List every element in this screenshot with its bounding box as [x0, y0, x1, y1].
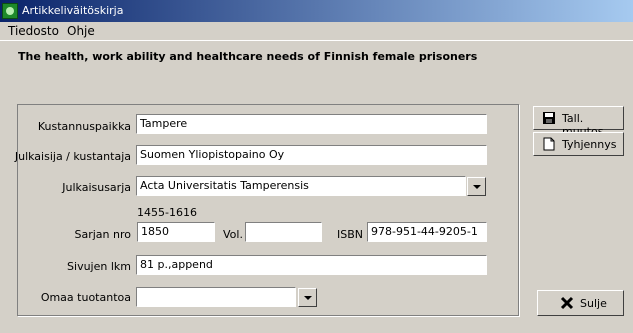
series-no-field[interactable]: 1850 [137, 222, 215, 242]
blank-document-icon [543, 137, 555, 151]
floppy-disk-icon [543, 112, 555, 124]
pages-label: Sivujen lkm [67, 260, 131, 273]
form-panel [17, 104, 519, 316]
series-label: Julkaisusarja [62, 181, 131, 194]
series-no-label: Sarjan nro [74, 228, 132, 241]
title-bar: Artikkeliväitöskirja [0, 0, 633, 22]
own-production-dropdown-arrow-icon[interactable] [298, 288, 317, 307]
isbn-label: ISBN [337, 228, 364, 241]
series-dropdown[interactable]: Acta Universitatis Tamperensis [136, 176, 466, 196]
isbn-field[interactable]: 978-951-44-9205-1 [367, 222, 487, 242]
close-label: Sulje [580, 297, 607, 310]
page-title: The health, work ability and healthcare … [18, 50, 478, 63]
issn-text: 1455-1616 [137, 206, 197, 219]
menu-bar: Tiedosto Ohje [0, 22, 633, 41]
save-changes-button[interactable]: Tall. muutos [533, 106, 624, 138]
close-x-icon [560, 296, 574, 310]
vol-label: Vol. [223, 228, 243, 241]
menu-help[interactable]: Ohje [67, 24, 95, 38]
app-icon [2, 3, 18, 19]
window-title: Artikkeliväitöskirja [22, 4, 124, 17]
own-production-dropdown[interactable] [136, 287, 296, 307]
own-production-label: Omaa tuotantoa [40, 291, 131, 304]
place-field[interactable]: Tampere [136, 114, 487, 134]
publisher-label: Julkaisija / kustantaja [14, 150, 131, 163]
publisher-field[interactable]: Suomen Yliopistopaino Oy [136, 145, 487, 165]
menu-file[interactable]: Tiedosto [8, 24, 59, 38]
place-label: Kustannuspaikka [37, 120, 131, 133]
pages-field[interactable]: 81 p.,append [136, 255, 487, 275]
series-dropdown-arrow-icon[interactable] [467, 177, 486, 196]
clear-button[interactable]: Tyhjennys [533, 132, 624, 156]
vol-field[interactable] [245, 222, 322, 242]
close-button[interactable]: Sulje [537, 290, 624, 316]
clear-label: Tyhjennys [562, 138, 617, 151]
